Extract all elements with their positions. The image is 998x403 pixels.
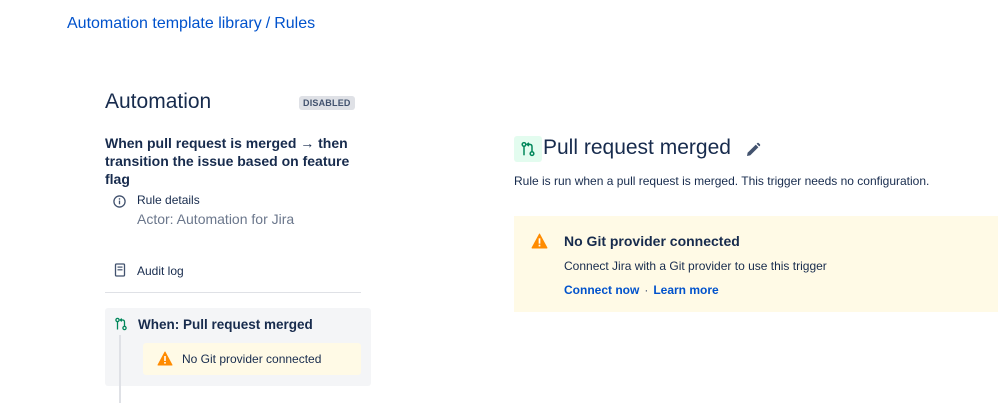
- info-icon: [113, 195, 126, 208]
- action-separator: ·: [644, 283, 649, 297]
- breadcrumb-separator: /: [265, 15, 271, 32]
- audit-log-icon: [114, 263, 126, 277]
- trigger-warning-text: No Git provider connected: [182, 352, 322, 366]
- status-badge: DISABLED: [299, 96, 355, 110]
- breadcrumb-current-link[interactable]: Rules: [274, 15, 315, 32]
- pull-request-icon: [115, 317, 127, 331]
- warning-title: No Git provider connected: [564, 233, 740, 249]
- warning-actions: Connect now · Learn more: [564, 283, 719, 297]
- breadcrumb: Automation template library / Rules: [67, 15, 315, 33]
- page-title: Automation: [105, 90, 212, 113]
- component-description: Rule is run when a pull request is merge…: [514, 174, 930, 188]
- trigger-connector-line: [119, 335, 121, 403]
- rule-name[interactable]: When pull request is merged → then trans…: [105, 134, 355, 188]
- pencil-icon[interactable]: [745, 142, 761, 158]
- trigger-label[interactable]: When: Pull request merged: [138, 317, 313, 332]
- rule-details-label[interactable]: Rule details: [137, 193, 200, 207]
- rule-actor: Actor: Automation for Jira: [137, 211, 295, 227]
- learn-more-link[interactable]: Learn more: [653, 283, 718, 297]
- pull-request-icon: [521, 141, 535, 157]
- component-title: Pull request merged: [543, 136, 731, 159]
- audit-log-link[interactable]: Audit log: [137, 264, 184, 278]
- connect-now-link[interactable]: Connect now: [564, 283, 639, 297]
- divider: [105, 292, 361, 293]
- warning-icon: [531, 233, 548, 249]
- warning-body: Connect Jira with a Git provider to use …: [564, 259, 827, 273]
- breadcrumb-parent-link[interactable]: Automation template library: [67, 15, 262, 32]
- warning-icon: [157, 351, 173, 366]
